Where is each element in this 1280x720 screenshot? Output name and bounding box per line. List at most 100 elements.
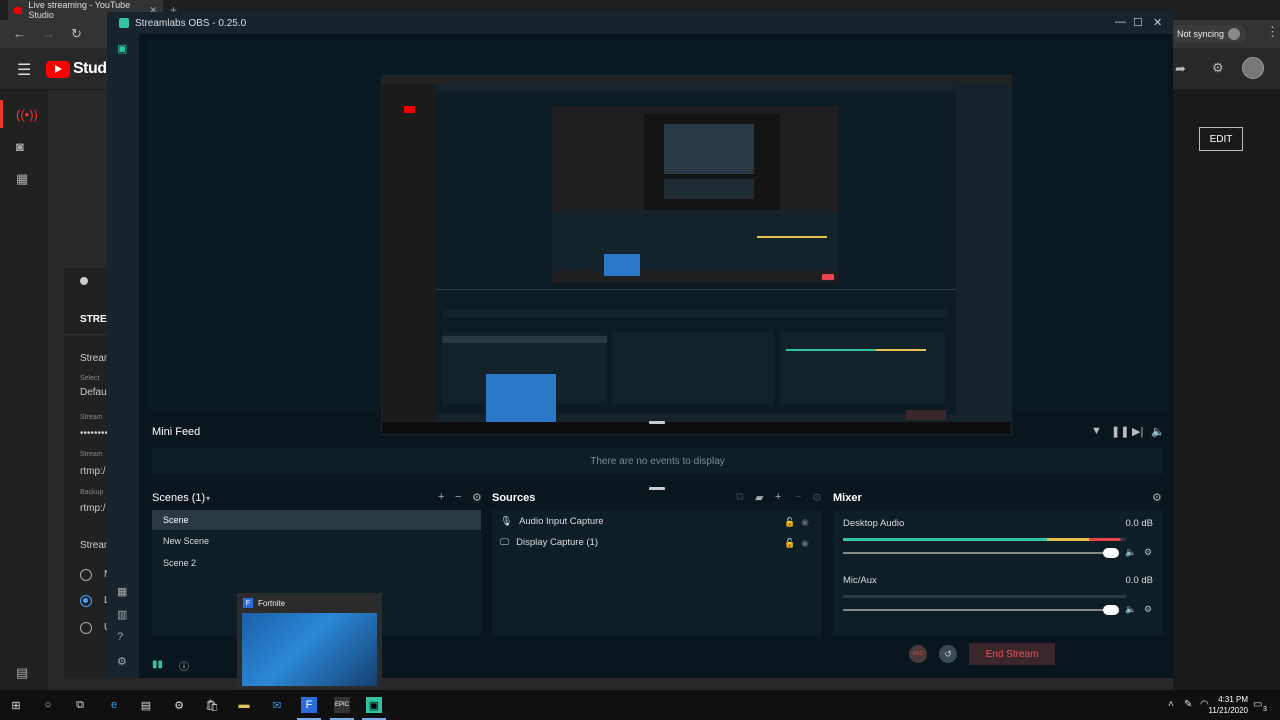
camera-icon[interactable]: ◙ [16, 139, 24, 154]
info-icon[interactable]: ⓘ [179, 658, 189, 673]
columns-icon[interactable]: ▥ [117, 608, 127, 621]
pen-icon[interactable]: ✎ [1184, 699, 1192, 710]
speaker-icon[interactable]: 🔈 [1125, 604, 1136, 615]
default-value[interactable]: Defau [80, 387, 107, 398]
calendar-icon[interactable]: ▦ [16, 171, 28, 187]
help-icon[interactable]: ? [117, 631, 123, 643]
app-icon[interactable]: ▤ [138, 697, 154, 713]
stream-preview[interactable] [147, 40, 1168, 435]
remove-scene-icon[interactable]: − [455, 491, 461, 503]
filter-icon[interactable]: ▼ [1091, 425, 1102, 437]
streamlabs-obs-window: Streamlabs OBS - 0.25.0 — ☐ ✕ ▣ ▦ ▥ ? ⚙ [107, 12, 1173, 678]
remove-source-icon[interactable]: − [795, 491, 801, 503]
edge-browser-icon[interactable]: e [106, 697, 122, 713]
add-source-icon[interactable]: + [775, 491, 781, 503]
notifications-icon[interactable]: ▭ [1253, 699, 1262, 710]
scene-item[interactable]: New Scene [152, 531, 481, 551]
system-clock[interactable]: 4:31 PM 11/21/2020 [1209, 694, 1248, 716]
store-icon[interactable]: 🛍 [204, 697, 220, 713]
settings-gear-icon[interactable]: ⚙ [1212, 60, 1224, 76]
end-stream-button[interactable]: End Stream [969, 643, 1055, 665]
epic-games-icon[interactable]: EPIC [334, 697, 350, 713]
volume-slider[interactable] [843, 552, 1113, 554]
minimize-icon[interactable]: — [1115, 16, 1126, 28]
task-view-icon[interactable]: ⧉ [72, 697, 88, 713]
browser-menu-icon[interactable]: ⋮ [1266, 24, 1279, 40]
feedback-icon[interactable]: ▤ [16, 665, 28, 681]
skip-icon[interactable]: ▶| [1132, 425, 1143, 438]
profile-avatar [1228, 28, 1240, 40]
select-label: Select [80, 375, 100, 382]
scene-settings-icon[interactable]: ⚙ [472, 491, 482, 504]
pause-icon[interactable]: ❚❚ [1111, 425, 1129, 438]
speaker-icon[interactable]: 🔈 [1125, 547, 1136, 558]
lock-icon[interactable]: 🔓 [784, 517, 795, 528]
channel-avatar[interactable] [1242, 57, 1264, 79]
nested-deep-docks [552, 211, 839, 271]
obs-window-title: Streamlabs OBS - 0.25.0 [135, 17, 247, 29]
volume-slider-knob[interactable] [1103, 605, 1119, 615]
source-item[interactable]: 🎙 Audio Input Capture [500, 516, 604, 527]
nested-deep-preview [644, 114, 780, 210]
audio-settings-icon[interactable]: ⚙ [1144, 604, 1152, 615]
source-settings-icon[interactable]: ⚙ [812, 491, 822, 504]
lock-icon[interactable]: 🔓 [784, 538, 795, 549]
latency-low-radio[interactable] [80, 595, 92, 607]
preview-display-capture [381, 75, 1012, 435]
file-explorer-icon[interactable]: ▬ [236, 697, 252, 713]
taskbar-window-preview[interactable]: F Fortnite [237, 593, 382, 690]
scenes-title[interactable]: Scenes (1) [152, 492, 205, 504]
search-icon[interactable]: ○ [40, 697, 56, 713]
nested-scene-selected [442, 336, 607, 343]
source-item[interactable]: 🖵 Display Capture (1) [500, 537, 598, 548]
live-stream-icon[interactable]: ((•)) [16, 107, 38, 122]
audio-settings-icon[interactable]: ⚙ [1144, 547, 1152, 558]
resize-handle[interactable] [649, 487, 665, 490]
scene-item[interactable]: Scene 2 [152, 553, 481, 573]
folder-icon[interactable]: ▰ [755, 491, 763, 504]
back-icon[interactable]: ← [13, 26, 26, 41]
share-icon[interactable]: ➦ [1175, 61, 1186, 77]
streamlabs-taskbar-icon[interactable]: ▣ [366, 697, 382, 713]
sync-status-button[interactable]: Not syncing [1170, 25, 1246, 43]
settings-app-icon[interactable]: ⚙ [171, 697, 187, 713]
fortnite-taskbar-icon[interactable]: F [301, 697, 317, 713]
nested-yt-logo [404, 106, 415, 113]
obs-title-bar: Streamlabs OBS - 0.25.0 [107, 12, 1173, 34]
windows-start-icon[interactable]: ⊞ [8, 697, 24, 713]
mail-icon[interactable]: ✉ [269, 697, 285, 713]
nested-deep-block2 [664, 179, 754, 199]
close-window-icon[interactable]: ✕ [1153, 16, 1162, 29]
volume-icon[interactable]: 🔈 [1151, 425, 1165, 438]
layout-icon[interactable]: ▦ [117, 585, 127, 598]
reload-icon[interactable]: ↻ [71, 26, 82, 42]
wifi-icon[interactable]: ◠ [1200, 699, 1209, 710]
forward-icon[interactable]: → [42, 26, 55, 41]
latency-normal-radio[interactable] [80, 569, 92, 581]
mixer-source-name: Desktop Audio [843, 518, 905, 529]
nested-obs-title [436, 84, 956, 91]
source-label: Display Capture (1) [516, 537, 599, 548]
settings-icon[interactable]: ⚙ [117, 655, 127, 668]
scene-label: Scene [163, 515, 189, 525]
add-scene-icon[interactable]: + [438, 491, 444, 503]
volume-slider-knob[interactable] [1103, 548, 1119, 558]
scene-item[interactable]: Scene [152, 510, 481, 530]
performance-icon[interactable]: ▮▮ [152, 659, 163, 670]
visibility-eye-icon[interactable]: ◉ [801, 517, 809, 528]
tray-overflow-icon[interactable]: ˄ [1168, 699, 1174, 710]
mixer-settings-icon[interactable]: ⚙ [1152, 491, 1162, 504]
maximize-icon[interactable]: ☐ [1133, 16, 1143, 29]
resize-handle[interactable] [649, 421, 665, 424]
preview-title: Fortnite [258, 598, 286, 608]
record-button[interactable]: REC [909, 645, 927, 663]
replay-buffer-button[interactable]: ↺ [939, 645, 957, 663]
chevron-down-icon[interactable]: ▾ [206, 494, 210, 503]
group-icon[interactable]: ⧉ [736, 491, 744, 504]
edit-button[interactable]: EDIT [1199, 127, 1243, 151]
visibility-eye-icon[interactable]: ◉ [801, 538, 809, 549]
studio-mode-icon[interactable]: ▣ [117, 42, 127, 55]
hamburger-menu-icon[interactable]: ☰ [17, 60, 31, 80]
volume-slider[interactable] [843, 609, 1113, 611]
latency-ultra-low-radio[interactable] [80, 622, 92, 634]
